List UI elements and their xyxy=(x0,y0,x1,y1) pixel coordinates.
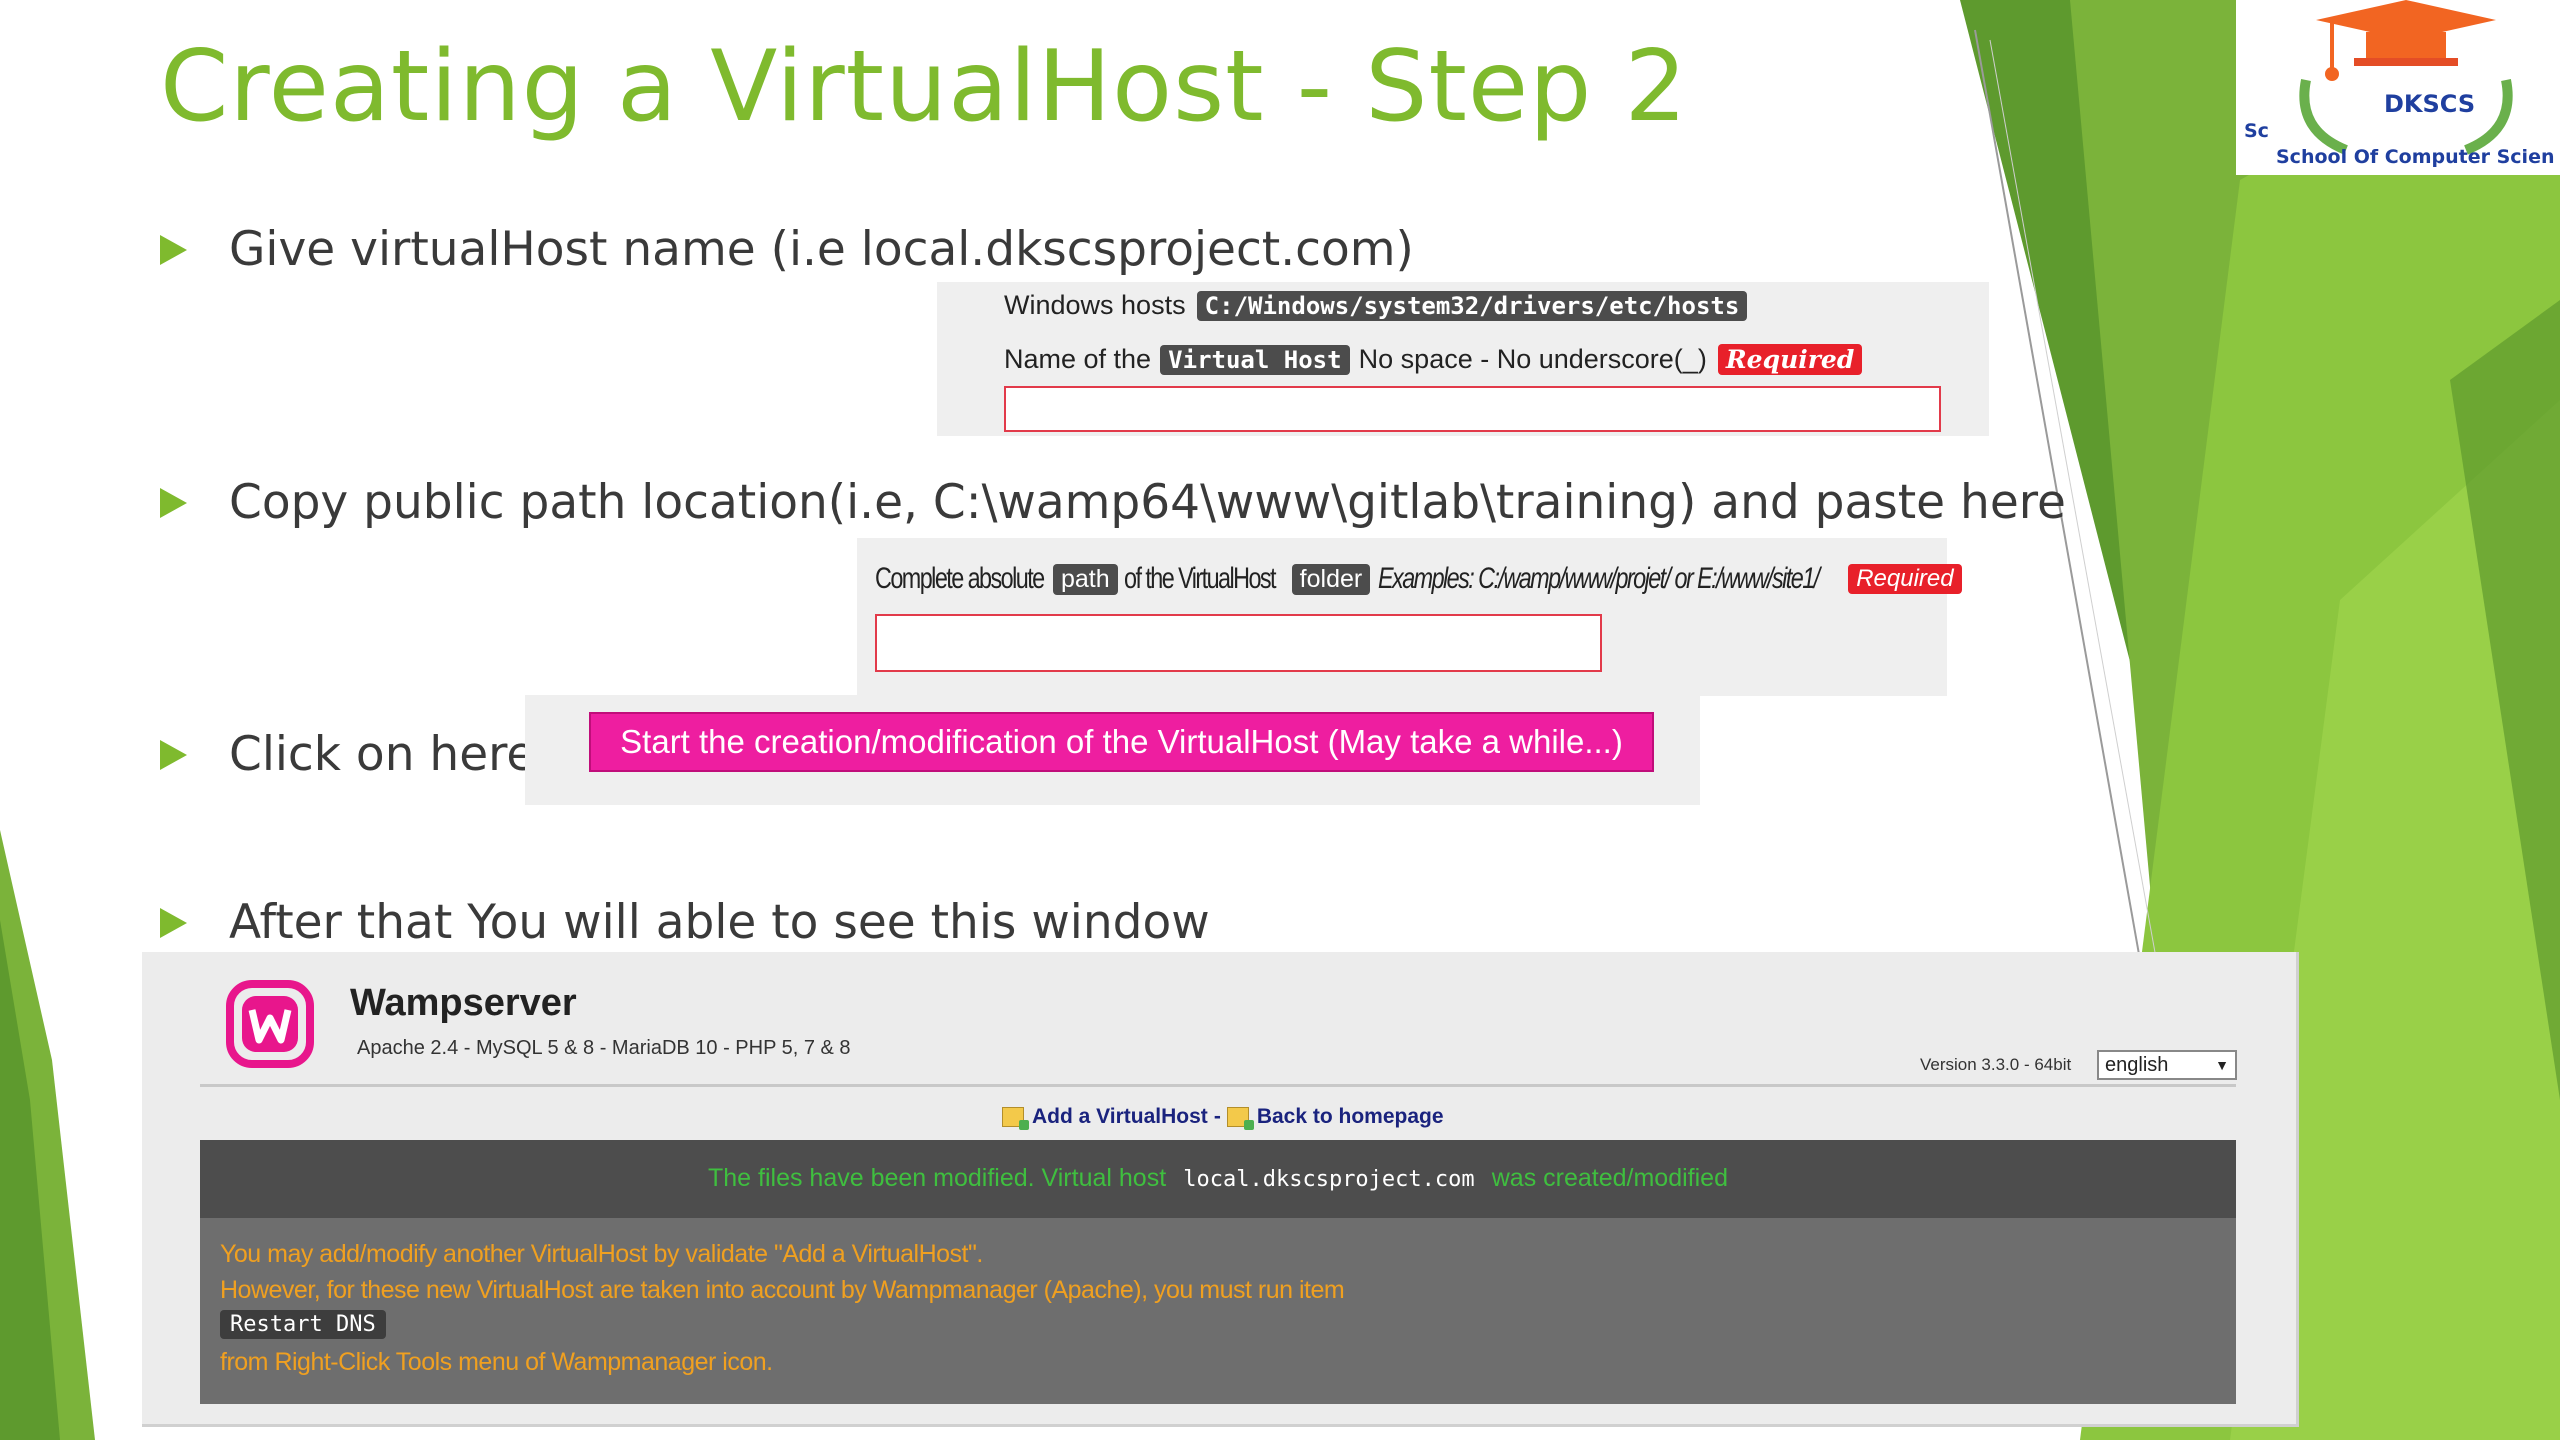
result-suffix: was created/modified xyxy=(1491,1164,1728,1192)
bullet-item: Copy public path location(i.e, C:\wamp64… xyxy=(160,475,2066,530)
result-prefix: The files have been modified. Virtual ho… xyxy=(708,1164,1167,1192)
nav-links: Add a VirtualHost - Back to homepage xyxy=(1002,1105,1444,1130)
logo-subtitle: School Of Computer Scien xyxy=(2276,146,2555,168)
bullet-arrow-icon xyxy=(160,234,187,265)
bullet-text: Copy public path location(i.e, C:\wamp64… xyxy=(229,475,2066,530)
version-label: Version 3.3.0 - 64bit xyxy=(1920,1055,2072,1074)
instructions-box: You may add/modify another VirtualHost b… xyxy=(200,1218,2236,1404)
result-message: The files have been modified. Virtual ho… xyxy=(200,1164,2236,1193)
slide-title: Creating a VirtualHost - Step 2 xyxy=(160,30,1688,144)
folder-pill: folder xyxy=(1291,563,1371,595)
note-line-1: You may add/modify another VirtualHost b… xyxy=(220,1240,983,1268)
header-divider xyxy=(200,1084,2236,1087)
virtualhost-name-input[interactable] xyxy=(1004,386,1941,432)
path-pill: path xyxy=(1053,563,1118,595)
note-line-3: from Right-Click Tools menu of Wampmanag… xyxy=(220,1348,773,1376)
back-to-homepage-link[interactable]: Back to homepage xyxy=(1257,1105,1444,1129)
path-middle: of the VirtualHost xyxy=(1123,562,1277,595)
bullet-text: Click on here xyxy=(229,727,536,782)
dkscs-logo: DKSCS School Of Computer Scien Sc xyxy=(2236,0,2560,175)
windows-hosts-row: Windows hosts C:/Windows/system32/driver… xyxy=(1004,290,1748,321)
required-badge: Required xyxy=(1848,564,1962,594)
back-home-icon xyxy=(1226,1107,1254,1130)
name-suffix: No space - No underscore(_) xyxy=(1358,344,1707,374)
path-label-row: Complete absolute path of the VirtualHos… xyxy=(875,562,1962,596)
wampserver-versions: Apache 2.4 - MySQL 5 & 8 - MariaDB 10 - … xyxy=(357,1037,851,1059)
virtualhost-path-input[interactable] xyxy=(875,614,1602,672)
add-virtualhost-icon xyxy=(1002,1107,1029,1130)
result-message-bar: The files have been modified. Virtual ho… xyxy=(200,1140,2236,1218)
wampserver-logo-icon xyxy=(226,980,314,1068)
virtualhost-name-label-row: Name of the Virtual Host No space - No u… xyxy=(1004,344,1863,375)
restart-dns-command: Restart DNS xyxy=(220,1310,386,1339)
virtualhost-name-panel: Windows hosts C:/Windows/system32/driver… xyxy=(937,282,1989,436)
bullet-text: Give virtualHost name (i.e local.dkscspr… xyxy=(229,222,1414,277)
bullet-arrow-icon xyxy=(160,907,187,938)
chevron-down-icon: ▼ xyxy=(2215,1057,2229,1073)
add-virtualhost-link[interactable]: Add a VirtualHost xyxy=(1032,1105,1208,1129)
name-prefix: Name of the xyxy=(1004,344,1152,374)
wampserver-title: Wampserver xyxy=(350,982,577,1024)
bullet-arrow-icon xyxy=(160,739,187,770)
bullet-item: After that You will able to see this win… xyxy=(160,895,1210,950)
wampserver-window: Wampserver Apache 2.4 - MySQL 5 & 8 - Ma… xyxy=(142,952,2299,1427)
windows-hosts-label: Windows hosts xyxy=(1004,290,1186,320)
result-host: local.dkscsproject.com xyxy=(1183,1167,1475,1192)
logo-name: DKSCS xyxy=(2384,90,2476,118)
required-badge: Required xyxy=(1717,344,1863,375)
hosts-path: C:/Windows/system32/drivers/etc/hosts xyxy=(1196,291,1748,321)
bullet-item: Give virtualHost name (i.e local.dkscspr… xyxy=(160,222,1414,277)
language-selected: english xyxy=(2105,1053,2169,1076)
bullet-item: Click on here xyxy=(160,727,535,782)
path-examples: Examples: C:/wamp/www/projet/ or E:/www/… xyxy=(1378,562,1820,595)
path-prefix: Complete absolute xyxy=(875,562,1045,595)
start-creation-button[interactable]: Start the creation/modification of the V… xyxy=(589,712,1654,772)
link-separator: - xyxy=(1213,1105,1221,1128)
language-select[interactable]: english ▼ xyxy=(2097,1050,2237,1080)
bullet-text: After that You will able to see this win… xyxy=(229,895,1210,950)
note-line-2: However, for these new VirtualHost are t… xyxy=(220,1276,1345,1304)
logo-side-text: Sc xyxy=(2244,120,2269,142)
virtual-host-pill: Virtual Host xyxy=(1160,345,1350,375)
bullet-arrow-icon xyxy=(160,487,187,518)
virtualhost-path-panel: Complete absolute path of the VirtualHos… xyxy=(857,538,1962,696)
